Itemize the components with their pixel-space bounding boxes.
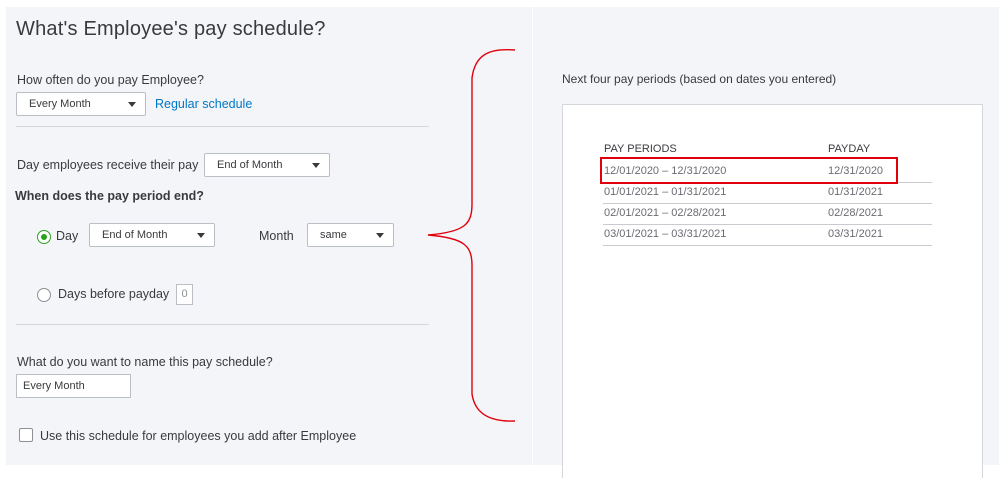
chevron-down-icon <box>197 233 205 238</box>
payday-select[interactable]: End of Month <box>204 153 330 177</box>
chevron-down-icon <box>312 163 320 168</box>
payday-cell: 01/31/2021 <box>828 186 884 198</box>
chevron-down-icon <box>376 233 384 238</box>
days-before-payday-radio[interactable] <box>37 288 51 302</box>
row-divider <box>603 245 932 246</box>
frequency-select[interactable]: Every Month <box>16 92 146 116</box>
schedule-name-label: What do you want to name this pay schedu… <box>17 355 273 369</box>
pay-period-cell: 01/01/2021 – 01/31/2021 <box>604 186 727 198</box>
days-before-payday-input[interactable]: 0 <box>176 284 193 305</box>
frequency-select-value: Every Month <box>29 98 91 110</box>
payday-column-header: PAYDAY <box>828 143 871 155</box>
pay-periods-column-header: PAY PERIODS <box>604 143 677 155</box>
regular-schedule-link[interactable]: Regular schedule <box>155 97 252 111</box>
pay-period-cell: 02/01/2021 – 02/28/2021 <box>604 207 727 219</box>
period-end-day-value: End of Month <box>102 229 168 241</box>
frequency-label: How often do you pay Employee? <box>17 73 204 87</box>
brace-annotation <box>427 48 516 422</box>
page-title: What's Employee's pay schedule? <box>16 18 326 40</box>
payday-cell: 02/28/2021 <box>828 207 884 219</box>
use-for-new-employees-label: Use this schedule for employees you add … <box>40 429 357 443</box>
payday-cell: 03/31/2021 <box>828 228 884 240</box>
day-radio[interactable] <box>37 230 51 244</box>
period-end-heading: When does the pay period end? <box>15 189 204 203</box>
day-radio-label: Day <box>56 229 79 243</box>
period-end-month-value: same <box>320 229 347 241</box>
payday-label: Day employees receive their pay <box>17 158 199 172</box>
schedule-name-input[interactable]: Every Month <box>16 374 131 398</box>
row-divider <box>603 203 932 204</box>
period-end-month-select[interactable]: same <box>307 223 394 247</box>
days-before-payday-label: Days before payday <box>58 287 170 301</box>
use-for-new-employees-checkbox[interactable] <box>19 428 33 442</box>
preview-heading: Next four pay periods (based on dates yo… <box>562 72 837 86</box>
row-divider <box>603 224 932 225</box>
payday-select-value: End of Month <box>217 159 283 171</box>
highlight-annotation <box>600 157 898 184</box>
period-end-day-select[interactable]: End of Month <box>89 223 215 247</box>
section-divider <box>16 324 429 325</box>
month-label: Month <box>259 229 294 243</box>
chevron-down-icon <box>128 102 136 107</box>
section-divider <box>16 126 429 127</box>
pay-period-cell: 03/01/2021 – 03/31/2021 <box>604 228 727 240</box>
